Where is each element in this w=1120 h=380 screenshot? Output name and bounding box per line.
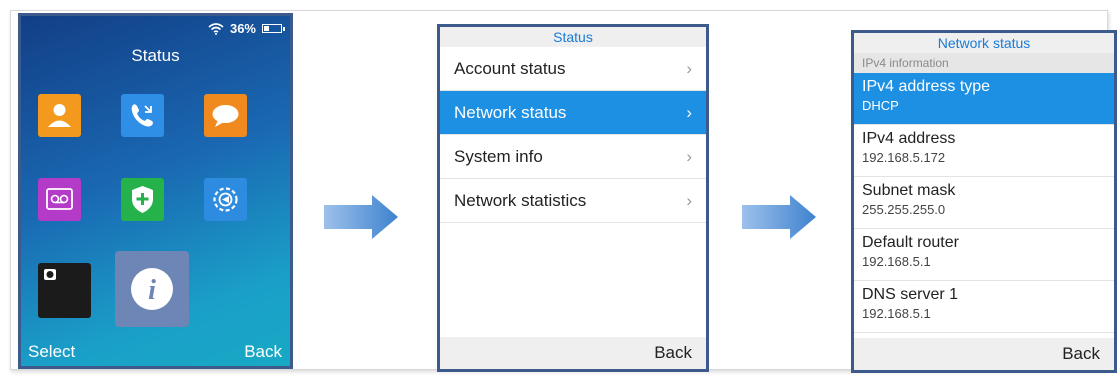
status-menu-list: Account status › Network status › System inf…: [440, 47, 706, 223]
svg-text:i: i: [148, 275, 156, 306]
arrow-right-icon: [742, 195, 816, 239]
page-title: Status: [131, 46, 180, 65]
chevron-right-icon: ›: [686, 59, 692, 78]
network-info-list: IPv4 address type DHCP IPv4 address 192.168…: [854, 73, 1114, 333]
info-item-value: 255.255.255.0: [862, 202, 946, 217]
info-item-label: Default router: [862, 234, 959, 251]
back-softkey[interactable]: Back: [854, 338, 1114, 370]
menu-item-account-status[interactable]: Account status ›: [440, 47, 706, 91]
menu-item-label: Network status: [454, 103, 567, 122]
info-item-dns-server-1[interactable]: DNS server 1 192.168.5.1: [854, 281, 1114, 333]
voicemail-icon[interactable]: [38, 178, 81, 221]
call-history-icon[interactable]: [121, 94, 164, 137]
info-item-value: DHCP: [862, 98, 899, 113]
menu-item-network-statistics[interactable]: Network statistics ›: [440, 179, 706, 223]
home-menu-screen: 36% Status i Select Back: [18, 13, 293, 369]
info-item-label: DNS server 1: [862, 286, 959, 303]
settings-icon[interactable]: [204, 178, 247, 221]
section-header: IPv4 information: [854, 53, 1114, 73]
info-icon[interactable]: i: [115, 251, 189, 327]
info-item-ipv4-address-type[interactable]: IPv4 address type DHCP: [854, 73, 1114, 125]
screen-title: Status: [440, 27, 706, 47]
info-item-value: 192.168.5.1: [862, 306, 931, 321]
back-softkey[interactable]: Back: [244, 342, 282, 362]
screen-title: Network status: [854, 33, 1114, 53]
contacts-icon[interactable]: [38, 94, 81, 137]
back-softkey[interactable]: Back: [440, 337, 706, 369]
info-item-subnet-mask[interactable]: Subnet mask 255.255.255.0: [854, 177, 1114, 229]
chevron-right-icon: ›: [686, 147, 692, 166]
network-status-screen: Network status IPv4 information IPv4 add…: [851, 30, 1117, 373]
menu-item-system-info[interactable]: System info ›: [440, 135, 706, 179]
info-item-ipv4-address[interactable]: IPv4 address 192.168.5.172: [854, 125, 1114, 177]
info-item-label: IPv4 address type: [862, 78, 991, 95]
battery-icon: [262, 24, 285, 33]
menu-item-label: System info: [454, 147, 543, 166]
security-icon[interactable]: [121, 178, 164, 221]
chevron-right-icon: ›: [686, 191, 692, 210]
info-item-value: 192.168.5.172: [862, 150, 946, 165]
chevron-right-icon: ›: [686, 103, 692, 122]
wifi-icon: [208, 22, 224, 35]
menu-item-label: Account status: [454, 59, 566, 78]
select-softkey[interactable]: Select: [28, 342, 75, 362]
status-bar: 36%: [208, 21, 285, 36]
arrow-right-icon: [324, 195, 398, 239]
camera-icon[interactable]: [38, 263, 91, 318]
menu-item-network-status[interactable]: Network status ›: [440, 91, 706, 135]
messages-icon[interactable]: [204, 94, 247, 137]
info-item-label: IPv4 address: [862, 130, 956, 147]
info-item-label: Subnet mask: [862, 182, 956, 199]
info-item-default-router[interactable]: Default router 192.168.5.1: [854, 229, 1114, 281]
info-item-value: 192.168.5.1: [862, 254, 931, 269]
menu-item-label: Network statistics: [454, 191, 587, 210]
battery-percent: 36%: [229, 21, 256, 36]
status-screen: Status Account status › Network status › Sys…: [437, 24, 709, 372]
